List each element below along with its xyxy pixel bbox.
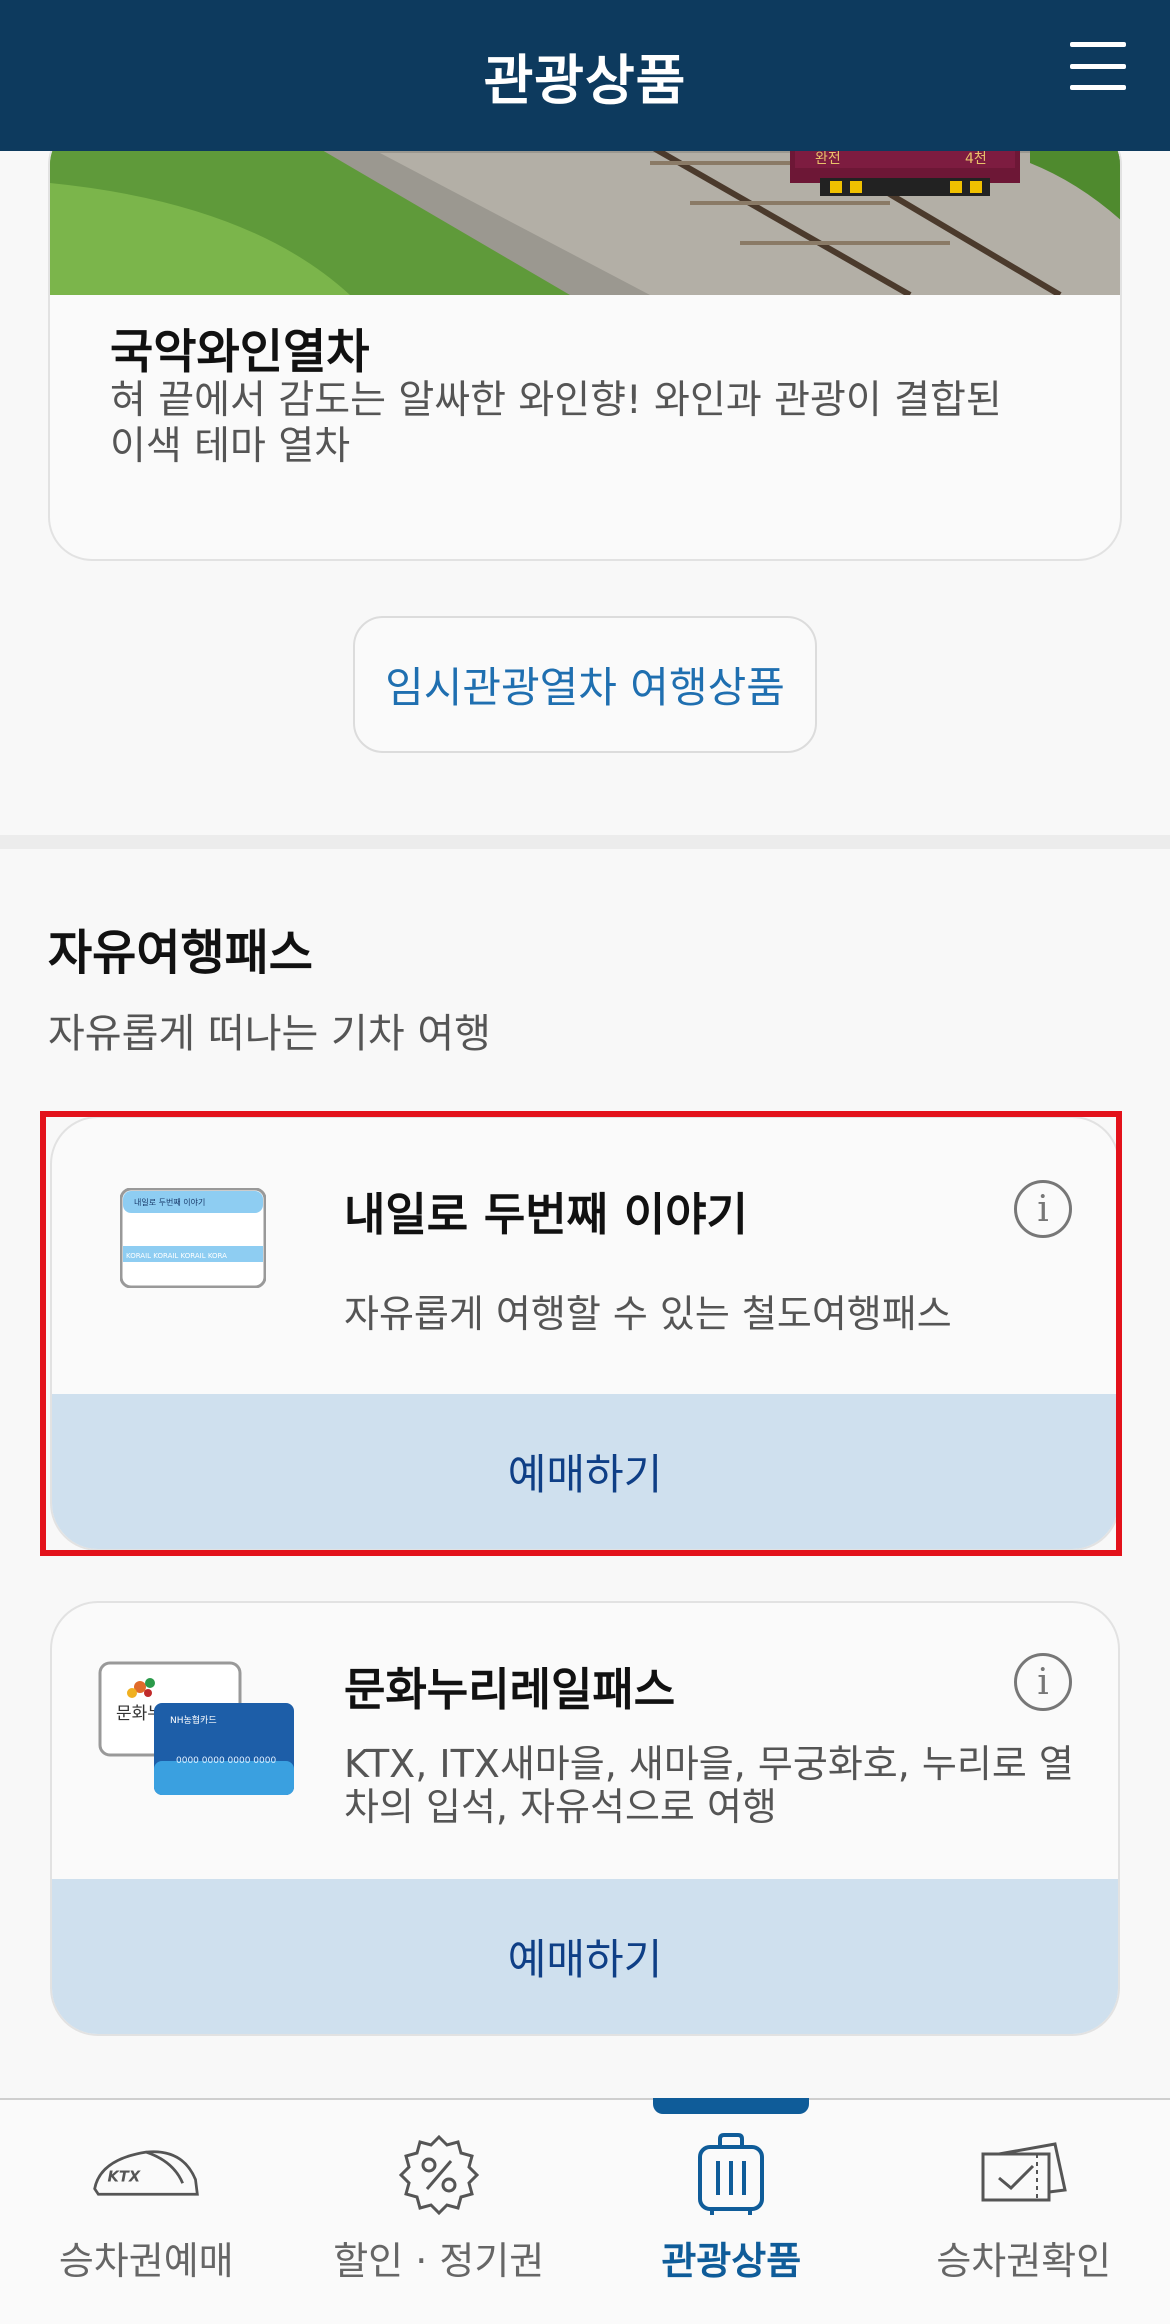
book-button[interactable]: 예매하기 [52,1394,1118,1549]
nav-label: 승차권예매 [58,2239,234,2283]
page-title: 관광상품 [483,49,687,112]
culture-nuri-card-image: 문화누 NH농협카드 0000 0000 0000 0000 [98,1661,298,1801]
tour-product-title: 국악와인열차 [110,325,370,380]
suitcase-icon [676,2130,786,2220]
train-photo: 완전 4천 [50,151,1120,295]
app-header: 관광상품 [0,0,1170,151]
pass-card-culture-nuri[interactable]: 문화누 NH농협카드 0000 0000 0000 0000 문화누리레일패스 … [50,1601,1120,2036]
pass-description: KTX, ITX새마을, 새마을, 무궁화호, 누리로 열차의 입석, 자유석으… [344,1742,1074,1829]
info-icon[interactable]: i [1014,1653,1072,1711]
naeilro-card-text: 내일로 두번째 이야기 [134,1197,205,1207]
pass-title: 내일로 두번째 이야기 [344,1188,748,1241]
info-icon[interactable]: i [1014,1180,1072,1238]
train-sign-left: 완전 [815,151,841,167]
book-button[interactable]: 예매하기 [52,1879,1118,2034]
pass-title: 문화누리레일패스 [344,1663,676,1716]
nav-ticket-check[interactable]: 승차권확인 [878,2100,1170,2324]
main-content: 완전 4천 국악와인열차 혀 끝에서 감도는 알싸한 와인향! 와인과 관광이 … [0,151,1170,2098]
ktx-icon-text: KTX [108,2168,141,2185]
ktx-train-icon: KTX [91,2130,201,2220]
free-pass-section-subtitle: 자유롭게 떠나는 기차 여행 [48,1011,491,1057]
naeilro-card-stripe: KORAIL KORAIL KORAIL KORA [126,1252,227,1260]
culture-card-bank-label: NH농협카드 [170,1714,217,1726]
bottom-navigation: KTX 승차권예매 할인 · 정기권 관광상품 승차권확인 [0,2098,1170,2324]
active-indicator [653,2098,810,2114]
nav-ticket-booking[interactable]: KTX 승차권예매 [0,2100,293,2324]
train-sign-right: 4천 [965,151,987,167]
hamburger-menu-icon[interactable] [1070,38,1126,94]
nav-label: 승차권확인 [936,2239,1112,2283]
nav-discount-pass[interactable]: 할인 · 정기권 [293,2100,586,2324]
ticket-check-icon [969,2130,1079,2220]
tour-product-card[interactable]: 완전 4천 국악와인열차 혀 끝에서 감도는 알싸한 와인향! 와인과 관광이 … [48,151,1122,561]
free-pass-section-title: 자유여행패스 [48,925,313,981]
culture-card-number: 0000 0000 0000 0000 [176,1756,276,1766]
pass-card-naeilro[interactable]: 내일로 두번째 이야기 KORAIL KORAIL KORAIL KORA 내일… [50,1116,1120,1551]
naeilro-card-image: 내일로 두번째 이야기 KORAIL KORAIL KORAIL KORA [119,1187,267,1289]
section-divider [0,835,1170,849]
discount-percent-icon [384,2130,494,2220]
temporary-tour-train-button[interactable]: 임시관광열차 여행상품 [353,616,817,753]
nav-label: 관광상품 [661,2239,802,2283]
nav-tour-products[interactable]: 관광상품 [585,2098,878,2324]
nav-label: 할인 · 정기권 [333,2239,545,2283]
tour-product-description: 혀 끝에서 감도는 알싸한 와인향! 와인과 관광이 결합된 이색 테마 열차 [110,378,1002,469]
pass-description: 자유롭게 여행할 수 있는 철도여행패스 [344,1292,952,1336]
